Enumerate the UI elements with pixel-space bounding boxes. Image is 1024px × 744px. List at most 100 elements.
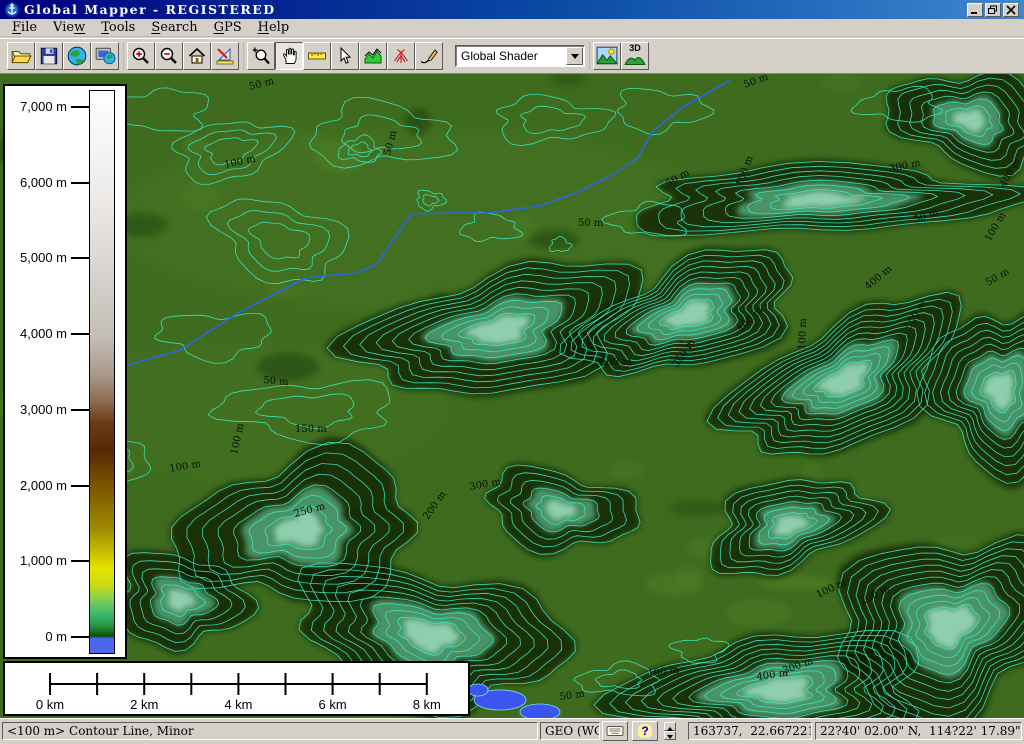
triangle-ruler-pencil-icon [215,46,235,66]
legend-tick [71,636,89,638]
scale-tick [285,673,287,695]
floppy-icon [38,45,60,67]
contour-label: 150 m [295,424,327,435]
scale-tick [379,673,381,695]
open-file-button[interactable] [7,42,35,70]
scale-tick [237,673,239,695]
menu-bar: FileViewToolsSearchGPSHelp [0,19,1024,37]
legend-tick [71,106,89,108]
path-profile-button[interactable] [359,42,387,70]
legend-tick-label: 4,000 m [5,326,67,341]
scale-bar-graphic: 0 km 2 km 4 km 6 km 8 km [5,663,468,714]
terrain-map[interactable]: 50 m100 m50 m50 m50 m50 m100 m300 m400 m… [0,74,1024,718]
window-title: Global Mapper - REGISTERED [24,2,967,17]
terrain-profile-icon [363,46,383,66]
contour-label: 50 m [578,218,604,229]
minimize-button[interactable] [967,3,983,17]
app-icon[interactable] [4,2,20,18]
scale-tick [143,673,145,695]
legend-tick [71,333,89,335]
chevron-down-icon[interactable] [566,47,583,65]
help-button[interactable]: ? [632,721,658,741]
open-folder-icon [10,45,32,67]
scale-tick [96,673,98,695]
keyboard-button[interactable] [602,721,628,741]
scale-tick [426,673,428,695]
scale-tick [190,673,192,695]
status-projection-text: GEO (WGS84 [540,722,600,740]
legend-tick [71,560,89,562]
water-area [520,704,560,718]
view-shed-button[interactable] [387,42,415,70]
legend-tick-label: 2,000 m [5,478,67,493]
capture-screen-button[interactable] [91,42,119,70]
legend-tick-label: 3,000 m [5,402,67,417]
legend-tick [71,257,89,259]
shader-select-value: Global Shader [456,49,566,63]
legend-tick-label: 6,000 m [5,175,67,190]
legend-tick [71,409,89,411]
coordinate-format-spinner[interactable] [664,722,676,740]
water-area [468,684,488,696]
scale-label: 6 km [319,697,347,712]
scale-label: 2 km [130,697,158,712]
pen-icon [419,46,439,66]
digitizer-tool-button[interactable] [415,42,443,70]
pan-tool-button[interactable] [275,42,303,70]
legend-tick-label: 1,000 m [5,553,67,568]
menu-search[interactable]: Search [143,19,205,36]
view-3d-label: 3D [629,44,641,53]
elevation-legend: 7,000 m 6,000 m 5,000 m 4,000 m 3,000 m 2,000… [3,84,127,659]
scale-label: 8 km [413,697,441,712]
cursor-arrow-icon [335,46,355,66]
hand-icon [279,46,299,66]
restore-button[interactable] [985,3,1001,17]
toolbar: Global Shader 3D [0,38,1024,74]
landscape-picture-icon [596,45,618,67]
legend-tick-label: 5,000 m [5,250,67,265]
map-view[interactable]: 50 m100 m50 m50 m50 m50 m100 m300 m400 m… [0,74,1024,718]
select-tool-button[interactable] [331,42,359,70]
full-view-button[interactable] [183,42,211,70]
legend-tick-label: 7,000 m [5,99,67,114]
scale-tick [49,673,51,695]
shader-select[interactable]: Global Shader [455,45,585,67]
menu-file[interactable]: File [4,19,45,36]
elevation-gradient-bar [89,90,115,654]
zoom-in-button[interactable] [127,42,155,70]
spinner-up-icon[interactable] [664,722,676,731]
scale-label: 0 km [36,697,64,712]
menu-gps[interactable]: GPS [206,19,250,36]
menu-view[interactable]: View [45,19,93,36]
zoom-tool-button[interactable] [247,42,275,70]
download-online-data-button[interactable] [63,42,91,70]
home-icon [187,46,207,66]
spinner-down-icon[interactable] [664,731,676,740]
contour-label: 100 m [797,317,809,350]
menu-help[interactable]: Help [250,19,298,36]
status-feature-text: <100 m> Contour Line, Minor [2,722,538,740]
contour-label: 50 m [263,375,290,388]
zoom-in-icon [131,46,151,66]
antenna-icon [391,46,411,66]
legend-tick [71,485,89,487]
keyboard-icon [606,725,624,737]
scale-tick [332,673,334,695]
scale-label: 4 km [224,697,252,712]
measure-tool-button[interactable] [303,42,331,70]
global-mapper-window: Global Mapper - REGISTERED FileViewTools… [0,0,1024,744]
close-button[interactable] [1003,3,1019,17]
menu-tools[interactable]: Tools [93,19,143,36]
show-raster-button[interactable] [593,42,621,70]
save-button[interactable] [35,42,63,70]
status-latlon-text: 22?40' 02.00" N, 114?22' 17.89" E [815,722,1022,740]
title-bar: Global Mapper - REGISTERED [0,0,1024,19]
contour-label: 500 m [600,357,632,368]
measure-setup-button[interactable] [211,42,239,70]
view-3d-button[interactable]: 3D [621,42,649,70]
monitor-globe-icon [94,45,116,67]
legend-tick-label: 0 m [5,629,67,644]
zoom-out-button[interactable] [155,42,183,70]
help-question-icon: ? [638,724,651,738]
legend-tick [71,182,89,184]
